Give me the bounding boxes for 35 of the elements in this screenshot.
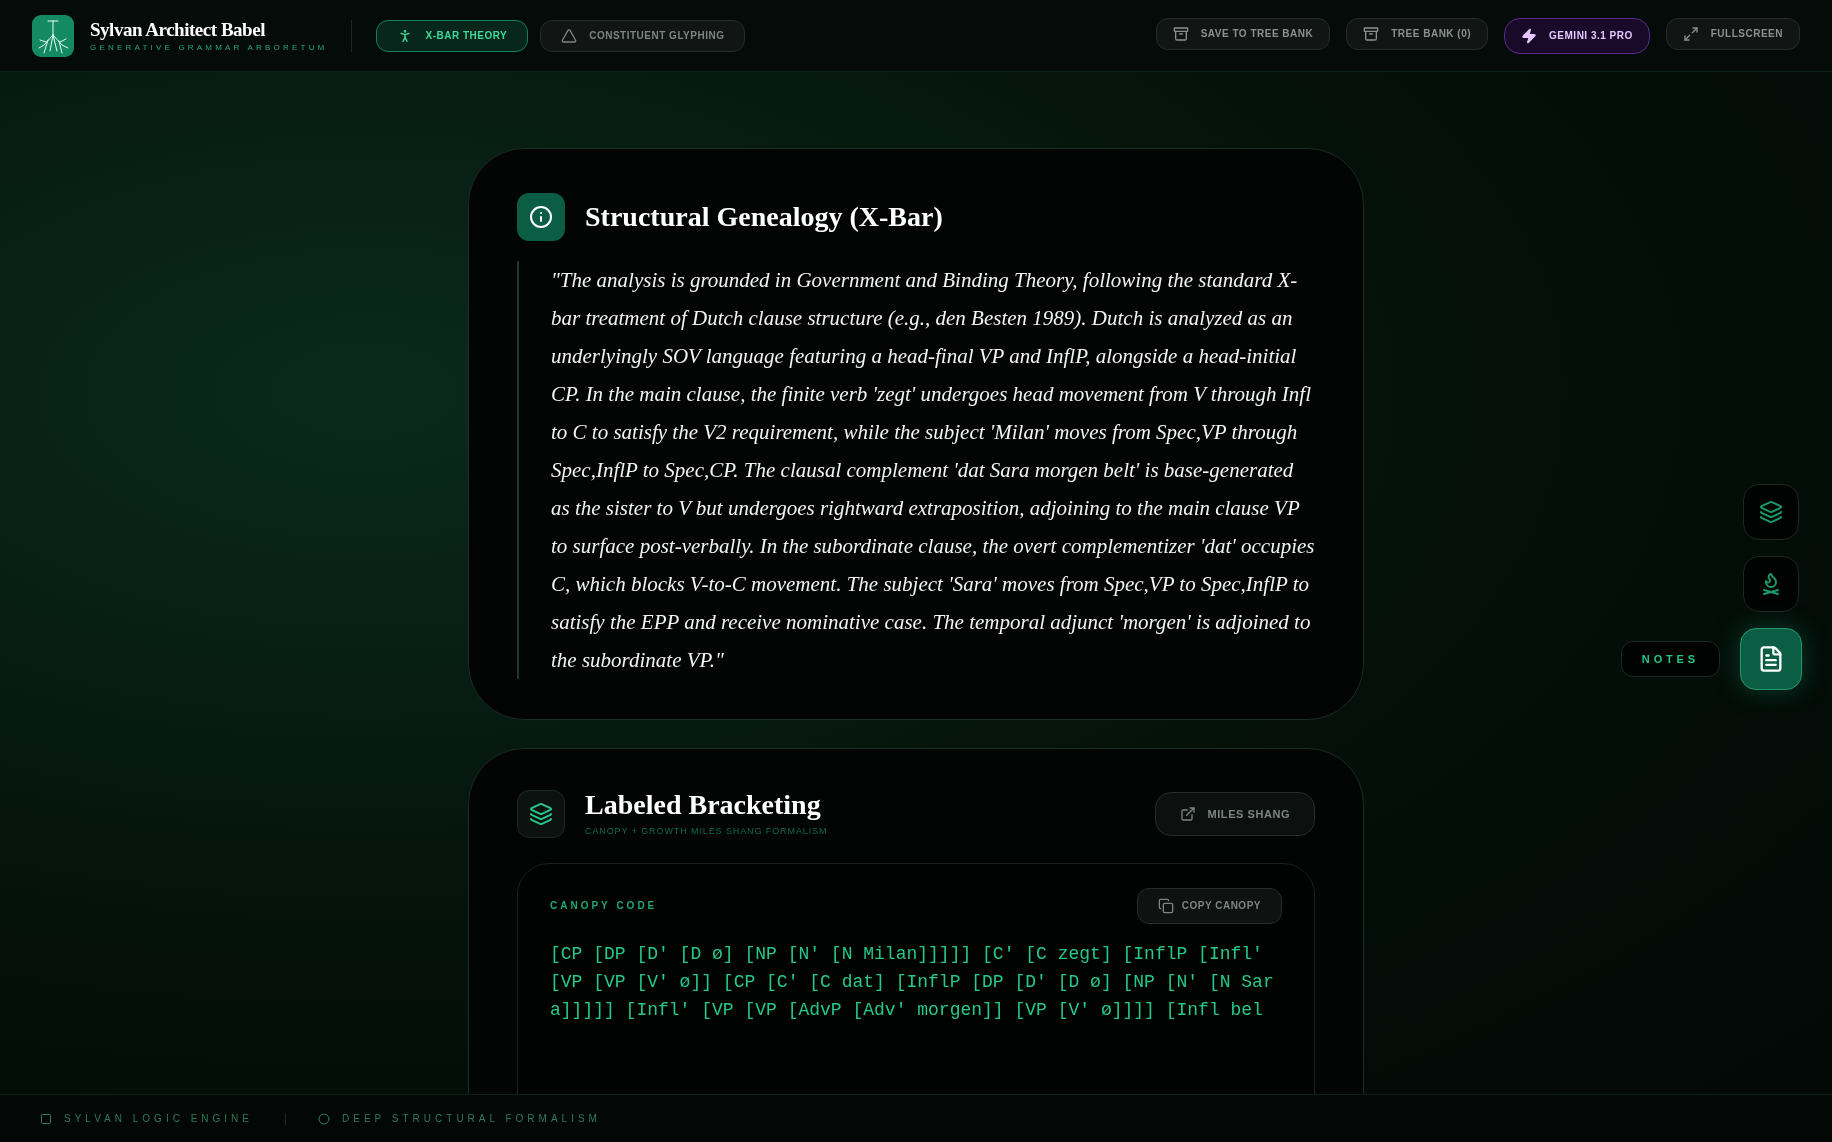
toolbar-button[interactable]: FULLSCREEN: [1665, 17, 1800, 50]
app-title: Sylvan Architect Babel: [90, 17, 266, 42]
circle-icon: [318, 1112, 330, 1125]
archive-icon: [1172, 25, 1189, 42]
layers-icon: [1759, 500, 1783, 524]
archive-icon: [1363, 25, 1380, 42]
external-link-icon: [1179, 805, 1196, 822]
mode-tab[interactable]: CONSTITUENT GLYPHING: [540, 19, 746, 52]
section-title: Structural Genealogy (X-Bar): [585, 200, 943, 234]
toolbar-button[interactable]: TREE BANK (0): [1346, 17, 1489, 50]
layers-icon: [529, 801, 553, 826]
copy-button[interactable]: COPY CANOPY: [1136, 887, 1282, 924]
tooltip: NOTES: [1620, 641, 1720, 677]
triangle-icon: [561, 27, 578, 44]
info-icon: [529, 205, 553, 229]
code-line: a]]]]] [Infl' [VP [VP [AdvP [Adv' morgen]] [VP [V' ø]]]] [Infl bel: [550, 998, 1264, 1022]
app-subtitle: GENERATIVE GRAMMAR ARBORETUM: [90, 41, 328, 54]
toolbar-button[interactable]: SAVE TO TREE BANK: [1155, 17, 1331, 50]
code-line: [VP [VP [V' ø]] [CP [C' [C dat] [InflP [DP [D' [D ø] [NP [N' [N Sar: [550, 970, 1275, 994]
square-icon: [40, 1112, 52, 1125]
code-label: CANOPY CODE: [550, 899, 658, 913]
section-title: Labeled Bracketing: [585, 789, 822, 821]
logo-icon: [32, 14, 74, 57]
model-button[interactable]: GEMINI 3.1 PRO: [1504, 17, 1650, 54]
section-subtitle: CANOPY + GROWTH MILES SHANG FORMALISM: [585, 825, 828, 838]
lightning-icon: [1521, 27, 1538, 44]
fullscreen-icon: [1682, 25, 1699, 42]
status-text: SYLVAN LOGIC ENGINE: [64, 1112, 253, 1126]
copy-icon: [1157, 897, 1174, 914]
mode-tab[interactable]: X-BAR THEORY: [376, 19, 529, 52]
rail-button[interactable]: [1740, 628, 1802, 690]
analysis-quote: "The analysis is grounded in Government and Binding Theory, following the standard X-bar treatment of Dutch clause structure (e.g., den Besten 1989). Dutch is analyzed as an underlyingly SOV language featuring a head-final VP and InflP, alongside a head-initial CP. In the main clause, the finite verb 'zegt' undergoes head movement from V through Infl to C to satisfy the V2 requirement, while the subject 'Milan' moves from Spec,VP through Spec,InflP to Spec,CP. The clausal complement 'dat Sara morgen belt' is base-generated as the sister to V but undergoes rightward extraposition, adjoining to the main clause VP to surface post-verbally. In the subordinate clause, the overt complementizer 'dat' occupies C, which blocks V-to-C movement. The subject 'Sara' moves from Spec,VP to Spec,InflP to satisfy the EPP and receive nominative case. The temporal adjunct 'morgen' is adjoined to the subordinate VP.": [551, 267, 1315, 674]
code-line: [CP [DP [D' [D ø] [NP [N' [N Milan]]]]] [C' [C zegt] [InflP [Infl': [550, 942, 1264, 966]
status-text: DEEP STRUCTURAL FORMALISM: [342, 1112, 601, 1126]
author-link-button[interactable]: MILES SHANG: [1154, 791, 1315, 836]
